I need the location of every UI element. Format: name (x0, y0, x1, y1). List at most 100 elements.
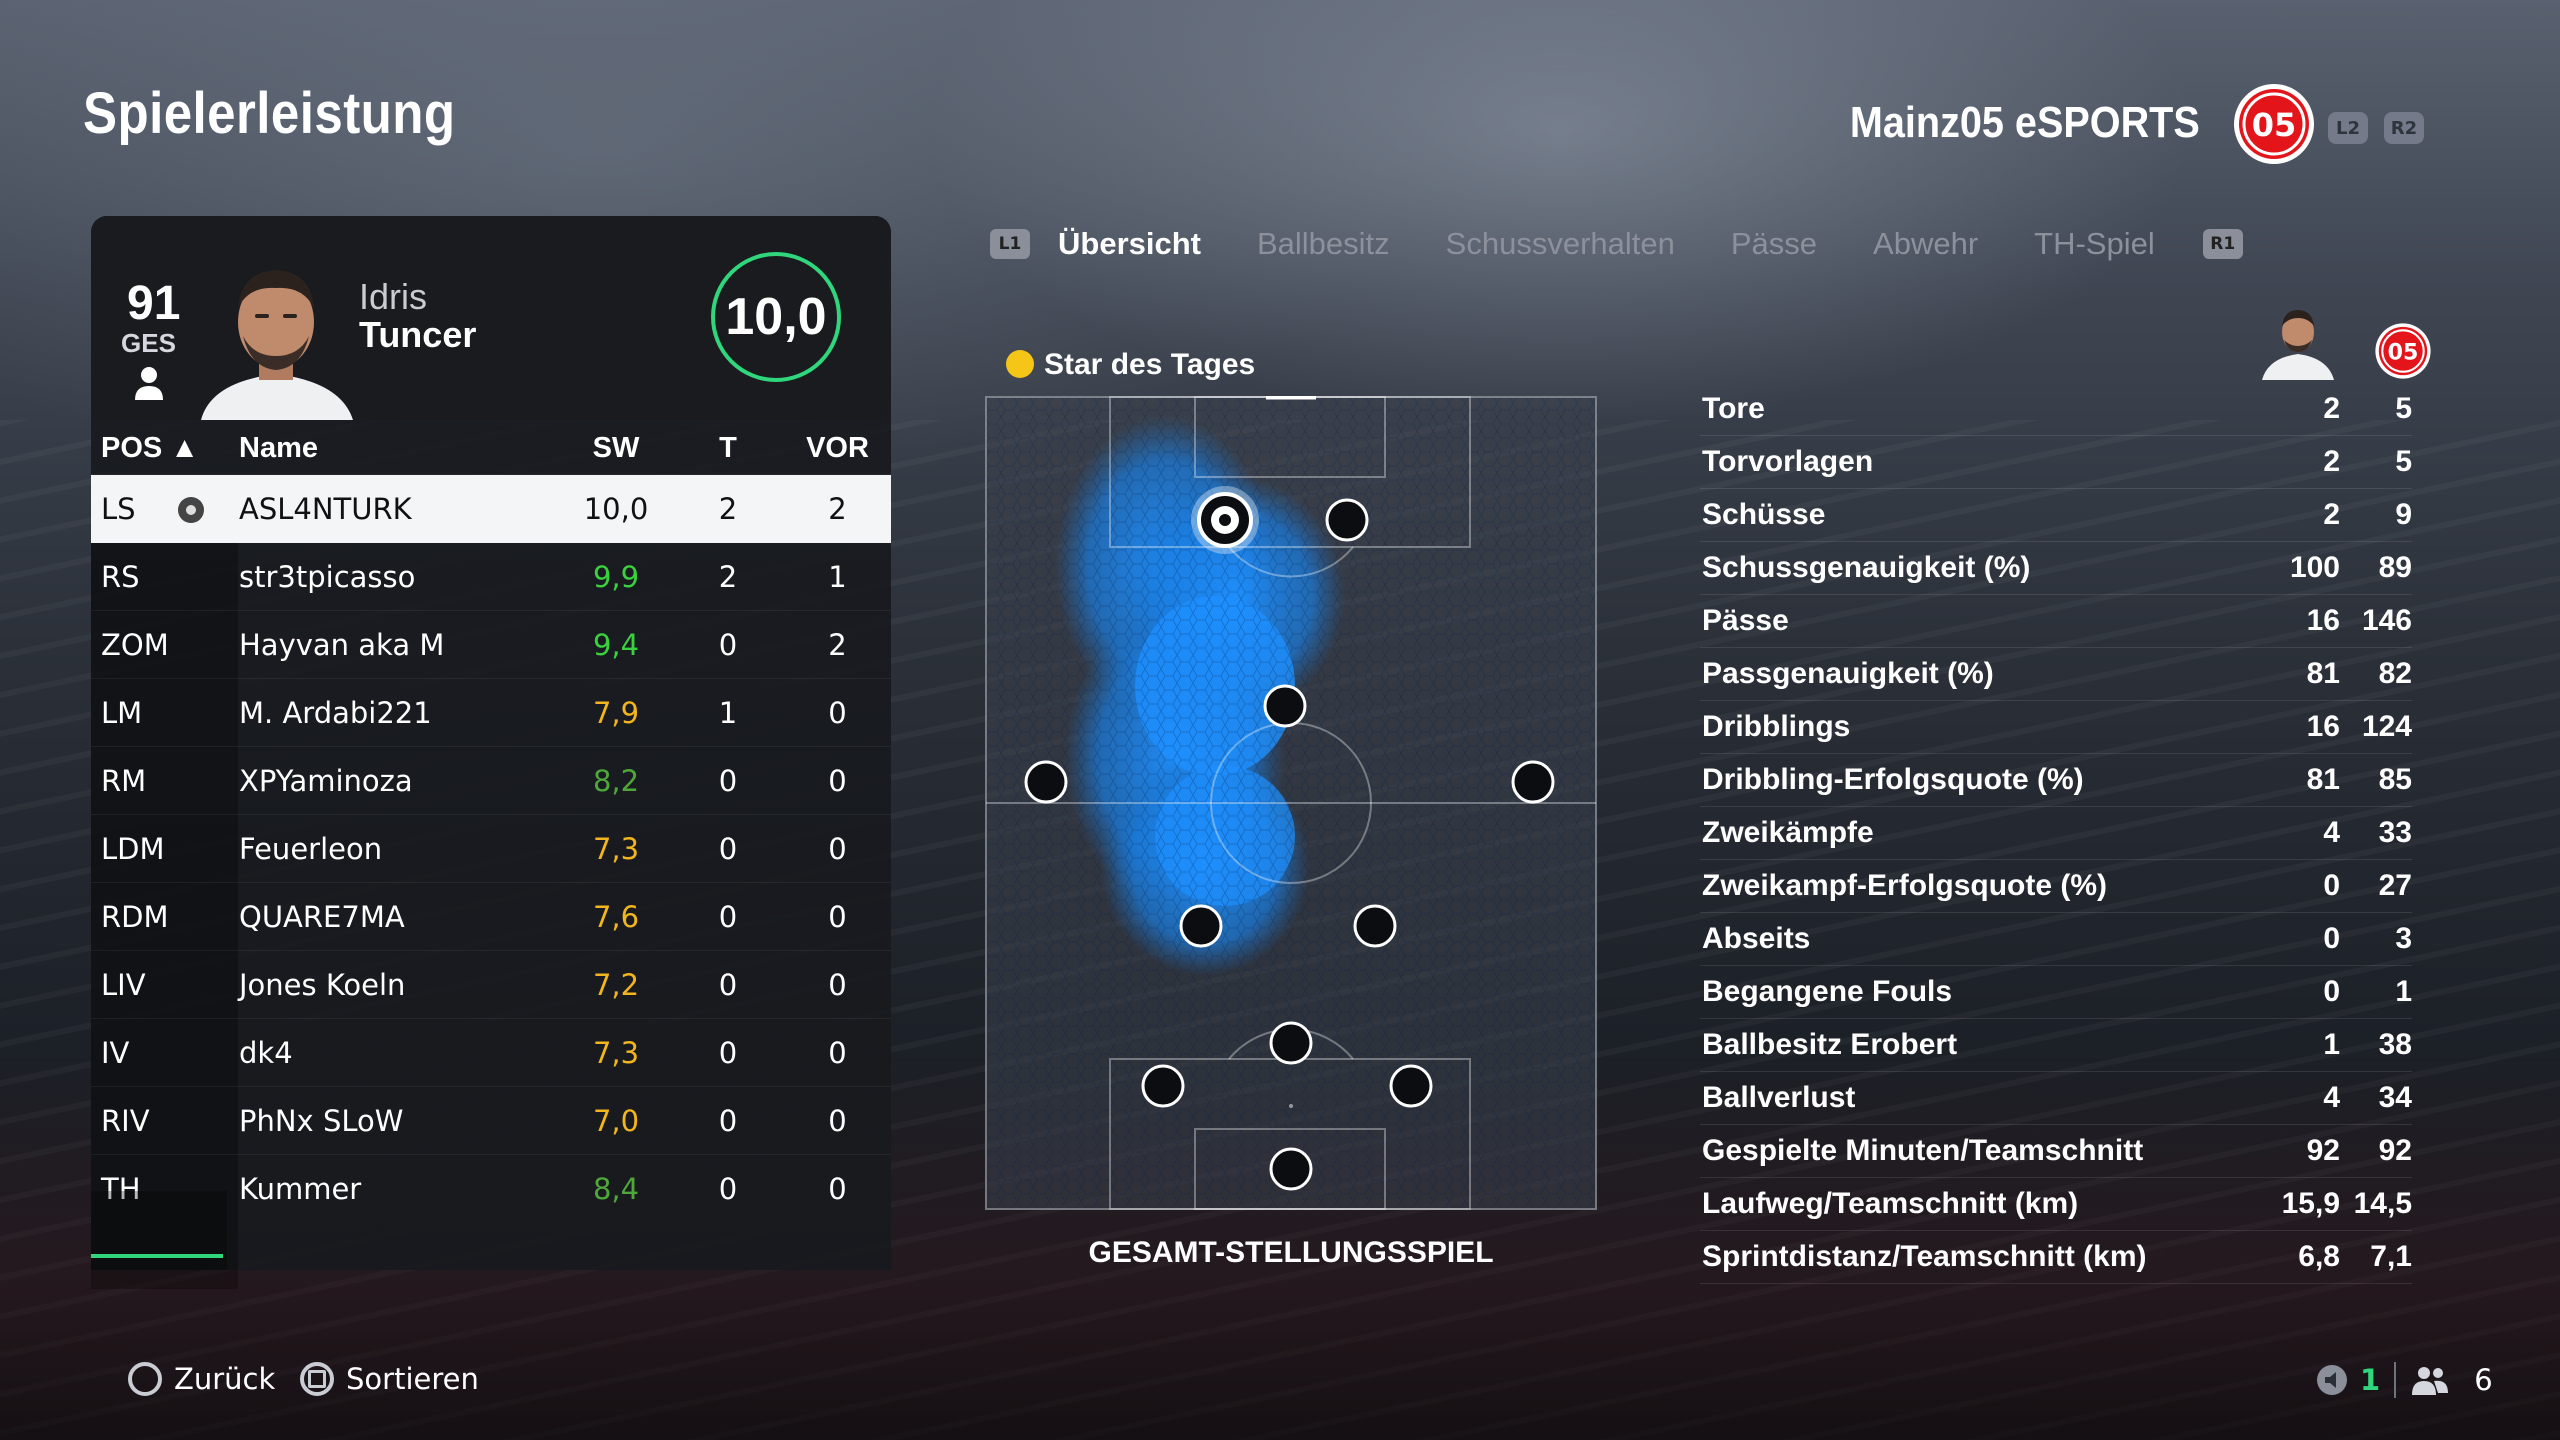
sort-action[interactable]: Sortieren (300, 1362, 479, 1396)
column-header-sw[interactable]: SW (560, 422, 672, 475)
r2-button[interactable]: R2 (2384, 112, 2424, 144)
stat-team-value: 3 (2395, 922, 2412, 955)
player-position-marker (1024, 760, 1068, 804)
cell-pos: ZOM (91, 610, 238, 679)
pos-text: IV (101, 1035, 130, 1070)
star-ball-icon (1006, 350, 1034, 378)
table-row[interactable]: RDM QUARE7MA 7,6 0 0 (91, 882, 891, 951)
stat-player-value: 4 (2323, 1081, 2340, 1114)
heatmap-caption: GESAMT-STELLUNGSSPIEL (1088, 1236, 1494, 1269)
table-row[interactable]: LM M. Ardabi221 7,9 1 0 (91, 678, 891, 747)
stat-player-value: 4 (2323, 816, 2340, 849)
column-header-t[interactable]: T (672, 422, 784, 475)
positioning-heatmap (985, 396, 1597, 1210)
cell-t: 2 (672, 474, 784, 543)
table-row[interactable]: RM XPYaminoza 8,2 0 0 (91, 746, 891, 815)
stat-label: Sprintdistanz/Teamschnitt (km) (1702, 1240, 2147, 1273)
cell-vor: 0 (784, 746, 891, 815)
selected-player-marker (1191, 486, 1259, 554)
player-position-marker (1353, 904, 1397, 948)
square-button-icon (300, 1362, 334, 1396)
pos-text: LM (101, 695, 143, 730)
l1-button[interactable]: L1 (990, 229, 1030, 259)
player-position-marker (1511, 760, 1555, 804)
group-icon (2412, 1367, 2449, 1395)
pos-column-filler (91, 1191, 227, 1270)
stat-team-value: 5 (2395, 445, 2412, 478)
cell-sw: 7,3 (560, 814, 672, 883)
back-action[interactable]: Zurück (128, 1362, 275, 1396)
table-row[interactable]: RIV PhNx SLoW 7,0 0 0 (91, 1086, 891, 1155)
table-row[interactable]: LIV Jones Koeln 7,2 0 0 (91, 950, 891, 1019)
stat-player-value: 1 (2323, 1028, 2340, 1061)
stat-label: Gespielte Minuten/Teamschnitt (1702, 1134, 2144, 1167)
cell-name: QUARE7MA (238, 882, 560, 951)
cell-sw: 8,4 (560, 1154, 672, 1222)
stat-label: Zweikämpfe (1702, 816, 1874, 849)
player-header: 91 GES Idris Tuncer 10,0 (91, 216, 891, 420)
stat-player-value: 0 (2323, 975, 2340, 1008)
stat-row: Tore 2 5 (1700, 383, 2412, 436)
stat-row: Pässe 16 146 (1700, 595, 2412, 648)
cell-name: Kummer (238, 1154, 560, 1222)
match-rating-badge: 10,0 (711, 252, 841, 382)
stat-label: Laufweg/Teamschnitt (km) (1702, 1187, 2079, 1220)
cell-name: dk4 (238, 1018, 560, 1087)
stat-label: Schussgenauigkeit (%) (1702, 551, 2031, 584)
cell-vor: 2 (784, 610, 891, 679)
cell-pos: LDM (91, 814, 238, 883)
pos-text: RDM (101, 899, 169, 934)
stat-player-value: 81 (2306, 657, 2340, 690)
stat-player-value: 2 (2323, 498, 2340, 531)
table-row[interactable]: LDM Feuerleon 7,3 0 0 (91, 814, 891, 883)
cell-sw: 9,9 (560, 542, 672, 611)
cell-t: 2 (672, 542, 784, 611)
tab-schussverhalten[interactable]: Schussverhalten (1446, 226, 1675, 262)
table-row[interactable]: IV dk4 7,3 0 0 (91, 1018, 891, 1087)
l2-button[interactable]: L2 (2328, 112, 2368, 144)
back-label: Zurück (174, 1362, 276, 1396)
stat-label: Abseits (1702, 922, 1811, 955)
team-name: Mainz05 eSPORTS (1850, 98, 2200, 147)
cell-t: 0 (672, 882, 784, 951)
cell-t: 0 (672, 950, 784, 1019)
stat-row: Schüsse 2 9 (1700, 489, 2412, 542)
r1-button[interactable]: R1 (2202, 229, 2243, 259)
stat-row: Schussgenauigkeit (%) 100 89 (1700, 542, 2412, 595)
stat-row: Ballverlust 4 34 (1700, 1072, 2412, 1125)
stat-player-value: 0 (2323, 869, 2340, 902)
stat-player-value: 16 (2306, 604, 2340, 637)
stat-row: Dribbling-Erfolgsquote (%) 81 85 (1700, 754, 2412, 807)
overall-rating: 91 (127, 277, 181, 330)
svg-text:05: 05 (2388, 339, 2419, 365)
tab-ballbesitz[interactable]: Ballbesitz (1257, 226, 1390, 262)
cell-t: 0 (672, 610, 784, 679)
tab-uebersicht[interactable]: Übersicht (1058, 226, 1201, 262)
stat-label: Pässe (1702, 604, 1789, 637)
cell-name: ASL4NTURK (238, 474, 560, 543)
page-title: Spielerleistung (83, 81, 456, 146)
stat-player-value: 0 (2323, 922, 2340, 955)
cell-t: 0 (672, 814, 784, 883)
column-header-name[interactable]: Name (238, 422, 560, 475)
cell-pos: RS (91, 542, 238, 611)
participant-count: 6 (2474, 1363, 2493, 1397)
column-header-pos[interactable]: POS ▲ (91, 422, 238, 475)
pos-text: LDM (101, 831, 165, 866)
tab-paesse[interactable]: Pässe (1731, 226, 1817, 262)
sort-label: Sortieren (346, 1362, 479, 1396)
stat-row: Zweikämpfe 4 33 (1700, 807, 2412, 860)
table-row[interactable]: ZOM Hayvan aka M 9,4 0 2 (91, 610, 891, 679)
stat-player-value: 81 (2306, 763, 2340, 796)
cell-sw: 7,2 (560, 950, 672, 1019)
player-last-name: Tuncer (359, 314, 477, 355)
stat-row: Abseits 0 3 (1700, 913, 2412, 966)
table-row[interactable]: RS str3tpicasso 9,9 2 1 (91, 542, 891, 611)
stat-row: Zweikampf-Erfolgsquote (%) 0 27 (1700, 860, 2412, 913)
tab-abwehr[interactable]: Abwehr (1873, 226, 1978, 262)
column-header-vor[interactable]: VOR (784, 422, 891, 475)
tab-th-spiel[interactable]: TH-Spiel (2034, 226, 2155, 262)
cell-sw: 7,9 (560, 678, 672, 747)
circle-button-icon (128, 1362, 162, 1396)
table-row[interactable]: LS ASL4NTURK 10,0 2 2 (91, 474, 891, 543)
